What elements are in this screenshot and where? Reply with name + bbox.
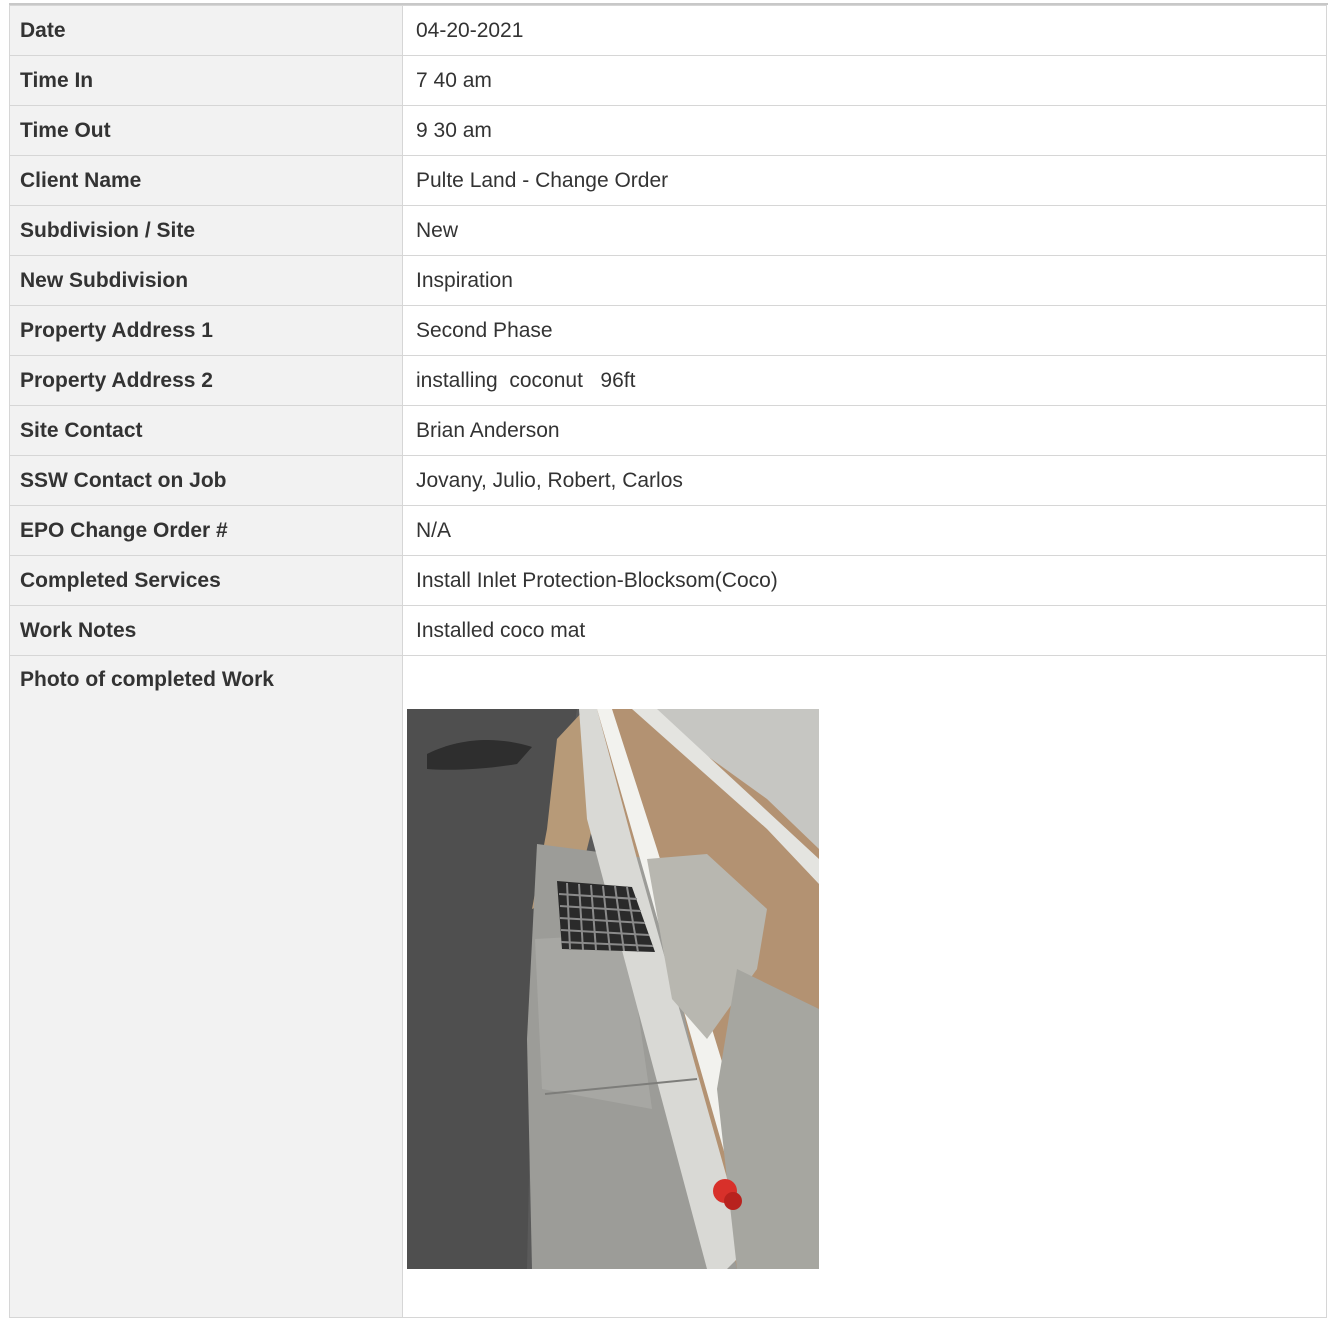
table-row: EPO Change Order # N/A: [9, 505, 1327, 556]
photo-label: Photo of completed Work: [9, 655, 403, 1318]
row-label: Completed Services: [9, 555, 403, 606]
table-row: Property Address 2 installing coconut 96…: [9, 355, 1327, 406]
row-label: Subdivision / Site: [9, 205, 403, 256]
table-row: Work Notes Installed coco mat: [9, 605, 1327, 656]
row-value: 7 40 am: [402, 55, 1327, 106]
row-label: Time In: [9, 55, 403, 106]
photo-cell: [402, 655, 1327, 1318]
table-row: Time In 7 40 am: [9, 55, 1327, 106]
completed-work-photo: [407, 709, 819, 1269]
row-value: 9 30 am: [402, 105, 1327, 156]
row-value: Installed coco mat: [402, 605, 1327, 656]
table-row: Property Address 1 Second Phase: [9, 305, 1327, 356]
row-label: Site Contact: [9, 405, 403, 456]
row-label: Work Notes: [9, 605, 403, 656]
row-label: New Subdivision: [9, 255, 403, 306]
row-label: Property Address 2: [9, 355, 403, 406]
row-value: New: [402, 205, 1327, 256]
row-label: Property Address 1: [9, 305, 403, 356]
row-value: 04-20-2021: [402, 5, 1327, 56]
row-label: Time Out: [9, 105, 403, 156]
photo-row: Photo of completed Work: [9, 655, 1327, 1318]
row-label: Date: [9, 5, 403, 56]
row-value: Jovany, Julio, Robert, Carlos: [402, 455, 1327, 506]
row-label: SSW Contact on Job: [9, 455, 403, 506]
table-row: Completed Services Install Inlet Protect…: [9, 555, 1327, 606]
row-value: Second Phase: [402, 305, 1327, 356]
table-row: Subdivision / Site New: [9, 205, 1327, 256]
work-report-table: Date 04-20-2021 Time In 7 40 am Time Out…: [9, 5, 1327, 1318]
row-value: Brian Anderson: [402, 405, 1327, 456]
table-row: SSW Contact on Job Jovany, Julio, Robert…: [9, 455, 1327, 506]
row-value: Install Inlet Protection-Blocksom(Coco): [402, 555, 1327, 606]
row-value: Inspiration: [402, 255, 1327, 306]
row-value: N/A: [402, 505, 1327, 556]
table-row: New Subdivision Inspiration: [9, 255, 1327, 306]
row-value: installing coconut 96ft: [402, 355, 1327, 406]
table-row: Client Name Pulte Land - Change Order: [9, 155, 1327, 206]
table-row: Date 04-20-2021: [9, 5, 1327, 56]
table-row: Time Out 9 30 am: [9, 105, 1327, 156]
table-row: Site Contact Brian Anderson: [9, 405, 1327, 456]
row-label: Client Name: [9, 155, 403, 206]
row-label: EPO Change Order #: [9, 505, 403, 556]
row-value: Pulte Land - Change Order: [402, 155, 1327, 206]
